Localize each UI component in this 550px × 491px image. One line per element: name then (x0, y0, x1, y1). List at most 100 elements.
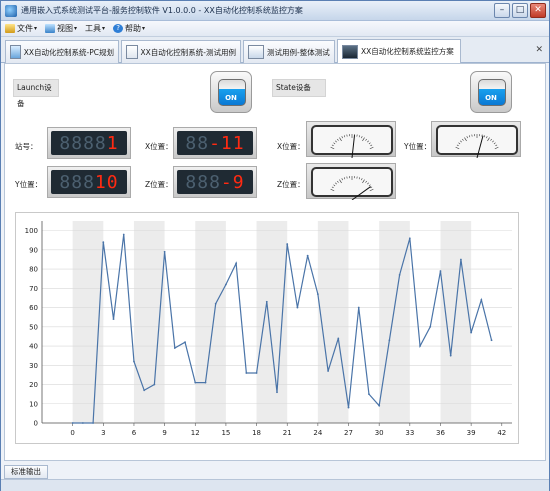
menu-help[interactable]: ? 帮助 ▾ (113, 23, 145, 34)
x-led-display: 88 -11 (173, 127, 257, 159)
chart-band (317, 221, 349, 423)
data-point (286, 243, 289, 245)
data-point (490, 339, 493, 342)
close-tab-icon[interactable]: ✕ (535, 45, 543, 55)
y-tick-label: 60 (29, 304, 38, 312)
data-point (92, 422, 94, 424)
menu-view[interactable]: 视图 ▾ (45, 23, 77, 34)
tab-pc-plan[interactable]: XX自动化控制系统-PC规划 (5, 40, 119, 63)
view-icon (45, 24, 56, 33)
menu-bar: 文件 ▾ 视图 ▾ 工具 ▾ ? 帮助 ▾ (1, 21, 549, 37)
y-tick-label: 40 (29, 343, 38, 351)
x-tick-label: 27 (344, 429, 353, 437)
x-position-gauge (306, 121, 396, 158)
menu-view-label: 视图 (57, 24, 74, 33)
tab-overall-test[interactable]: 测试用例-整体测试 (243, 40, 335, 63)
file-icon (5, 24, 15, 33)
data-point (357, 306, 360, 309)
x-tick-label: 24 (313, 429, 322, 437)
help-icon: ? (113, 24, 124, 33)
x-tick-label: 6 (132, 429, 137, 437)
data-point (378, 404, 381, 407)
y-value: 10 (94, 171, 119, 193)
z-position-label: Z位置： (145, 180, 173, 189)
menu-file[interactable]: 文件 ▾ (5, 23, 37, 34)
data-point (71, 422, 74, 424)
data-point (449, 354, 452, 357)
data-point (337, 337, 340, 340)
data-point (143, 389, 146, 392)
data-point (225, 283, 227, 286)
data-point (306, 254, 309, 257)
z-value: -9 (220, 171, 245, 193)
data-point (408, 237, 411, 240)
data-point (388, 339, 391, 342)
chart-band (379, 221, 410, 423)
tab-label: XX自动化控制系统-测试用例 (140, 47, 236, 57)
menu-file-label: 文件 (17, 24, 33, 33)
menu-tools[interactable]: 工具 ▾ (85, 23, 105, 34)
data-point (214, 302, 217, 305)
chart-band (256, 221, 288, 423)
y-tick-label: 90 (29, 246, 38, 254)
minimize-button[interactable]: – (494, 3, 510, 18)
tab-test-cases[interactable]: XX自动化控制系统-测试用例 (121, 40, 241, 63)
y-tick-label: 80 (29, 266, 38, 274)
data-point (102, 241, 105, 244)
window-title: 通用嵌入式系统测试平台-服务控制软件 V1.0.0.0 - XX自动化控制系统监… (21, 6, 303, 15)
launch-toggle-switch[interactable]: ON (210, 71, 252, 113)
x-position-label: X位置： (145, 142, 173, 151)
x-tick-label: 15 (221, 429, 230, 437)
status-bar (1, 479, 549, 491)
tab-monitor-plan[interactable]: XX自动化控制系统监控方案 (337, 39, 461, 63)
y-gauge-label: Y位置： (404, 142, 432, 151)
state-device-label: State设备 (272, 79, 326, 97)
data-point (163, 250, 166, 253)
app-window: 通用嵌入式系统测试平台-服务控制软件 V1.0.0.0 - XX自动化控制系统监… (0, 0, 550, 491)
data-point (204, 381, 207, 384)
menu-tools-label: 工具 (85, 24, 102, 33)
data-point (265, 300, 268, 303)
y-tick-label: 20 (29, 381, 38, 389)
data-point (296, 306, 299, 309)
data-point (316, 293, 319, 296)
list-icon (248, 45, 264, 59)
data-point (368, 393, 370, 396)
x-tick-label: 21 (283, 429, 292, 437)
chart-band (440, 221, 472, 423)
state-toggle-switch[interactable]: ON (470, 71, 512, 113)
station-label: 站号： (15, 142, 38, 151)
data-point (184, 341, 186, 344)
y-position-label: Y位置： (15, 180, 43, 189)
data-point (429, 325, 432, 328)
close-button[interactable]: ✕ (530, 3, 546, 18)
chart-band (133, 221, 165, 423)
x-tick-label: 42 (497, 429, 506, 437)
trend-chart-svg: 01020304050607080901000 3 6 9 12 15 18 21 24 27 30… (25, 221, 512, 437)
y-tick-label: 100 (25, 227, 38, 235)
z-led-display: 888 -9 (173, 166, 257, 198)
launch-toggle-state: ON (225, 94, 237, 102)
trend-chart: 0 10 20 30 40 50 60 70 80 90 100 0 3 6 9 12 15 18 21 24 27 30… (15, 212, 519, 444)
data-point (398, 273, 401, 276)
tab-label: XX自动化控制系统-PC规划 (23, 47, 114, 57)
app-icon (5, 5, 17, 17)
station-value: 1 (106, 132, 119, 154)
data-point (133, 360, 135, 363)
y-led-display: 888 10 (47, 166, 131, 198)
data-point (460, 258, 462, 261)
tab-label: XX自动化控制系统监控方案 (361, 47, 454, 56)
y-tick-label: 50 (29, 323, 38, 331)
tab-standard-output[interactable]: 标准输出 (4, 465, 48, 479)
y-tick-label: 70 (29, 285, 38, 293)
state-toggle-state: ON (485, 94, 497, 102)
data-point (81, 422, 84, 424)
x-tick-label: 36 (436, 429, 445, 437)
maximize-button[interactable]: □ (512, 3, 528, 18)
y-tick-label: 30 (29, 362, 38, 370)
z-position-gauge (306, 163, 396, 200)
data-point (173, 347, 176, 349)
data-point (235, 262, 238, 265)
x-value: -11 (209, 132, 245, 154)
data-point (419, 345, 421, 347)
